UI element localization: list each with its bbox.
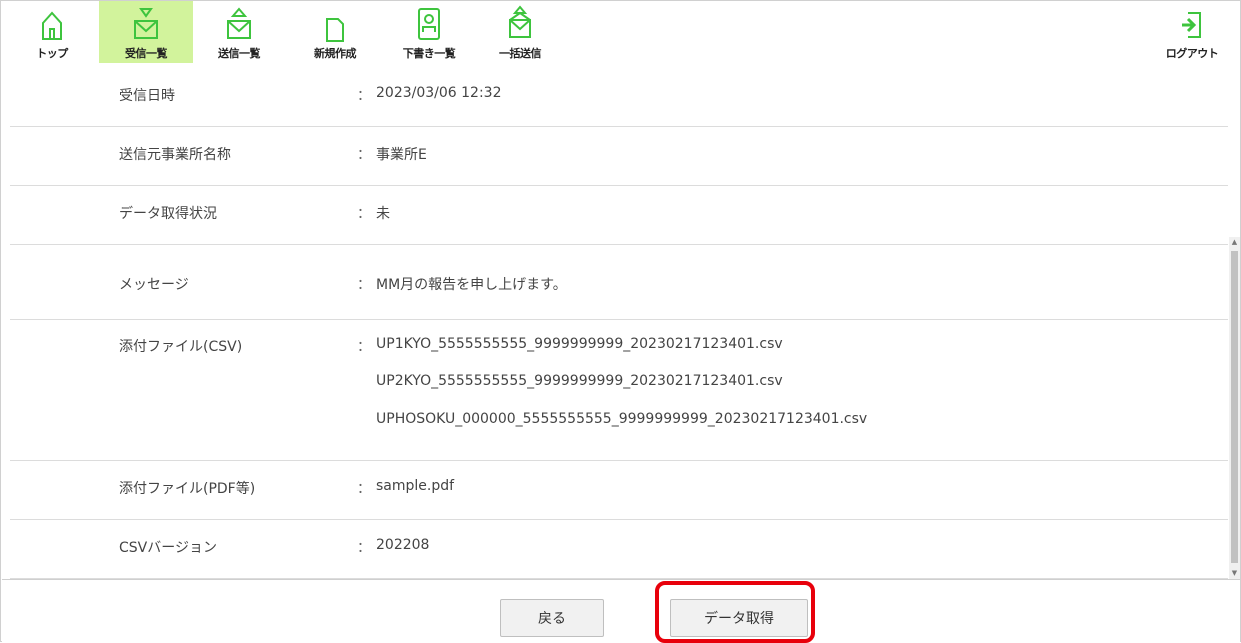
row-csv-files: 添付ファイル(CSV) ： UP1KYO_5555555555_99999999…: [10, 320, 1228, 461]
csv-version-label: CSVバージョン: [119, 540, 217, 556]
csv-file-link[interactable]: UP1KYO_5555555555_9999999999_20230217123…: [376, 336, 783, 352]
colon: ：: [357, 206, 371, 222]
pdf-file-link[interactable]: sample.pdf: [376, 478, 454, 494]
new-document-icon: [326, 18, 344, 42]
scroll-up-arrow-icon[interactable]: ▲: [1229, 237, 1240, 248]
nav-label-top: トップ: [36, 47, 68, 60]
row-message: メッセージ ： MM月の報告を申し上げます。: [10, 245, 1228, 320]
top-navigation: トップ 受信一覧 送信一覧 新規作成 下書き一覧 一括送信 ログアウト: [1, 1, 1240, 63]
row-received-at: 受信日時 ： 2023/03/06 12:32: [10, 63, 1228, 127]
message-value: MM月の報告を申し上げます。: [376, 277, 567, 293]
home-icon: [42, 11, 62, 40]
fetch-status-label: データ取得状況: [119, 206, 217, 222]
bulk-send-icon: [509, 5, 531, 38]
csv-version-value: 202208: [376, 537, 430, 553]
csv-file-link[interactable]: UPHOSOKU_000000_5555555555_9999999999_20…: [376, 411, 867, 427]
fetch-data-button[interactable]: データ取得: [670, 599, 808, 637]
row-sender: 送信元事業所名称 ： 事業所E: [10, 127, 1228, 186]
colon: ：: [357, 540, 371, 556]
csv-files-label: 添付ファイル(CSV): [119, 339, 243, 355]
csv-file-link[interactable]: UP2KYO_5555555555_9999999999_20230217123…: [376, 373, 783, 389]
colon: ：: [357, 277, 371, 293]
nav-item-drafts[interactable]: 下書き一覧: [389, 1, 469, 63]
detail-panel: 受信日時 ： 2023/03/06 12:32 送信元事業所名称 ： 事業所E …: [2, 63, 1228, 579]
sender-value: 事業所E: [376, 147, 427, 163]
sent-mail-icon: [227, 7, 251, 39]
scroll-down-arrow-icon[interactable]: ▼: [1229, 568, 1240, 579]
colon: ：: [357, 481, 371, 497]
nav-label-bulk-send: 一括送信: [499, 47, 542, 60]
received-at-value: 2023/03/06 12:32: [376, 85, 502, 101]
pdf-files-label: 添付ファイル(PDF等): [119, 481, 256, 497]
row-csv-version: CSVバージョン ： 202208: [10, 520, 1228, 579]
inbox-mail-icon: [134, 8, 158, 39]
nav-item-new[interactable]: 新規作成: [301, 1, 369, 63]
nav-item-sent[interactable]: 送信一覧: [207, 1, 271, 63]
nav-label-new: 新規作成: [314, 47, 357, 60]
nav-item-top[interactable]: トップ: [23, 1, 81, 63]
back-button[interactable]: 戻る: [500, 599, 604, 637]
logout-button[interactable]: ログアウト: [1157, 1, 1227, 63]
logout-icon: [1182, 12, 1201, 38]
sender-label: 送信元事業所名称: [119, 147, 231, 163]
row-fetch-status: データ取得状況 ： 未: [10, 186, 1228, 245]
nav-label-drafts: 下書き一覧: [402, 47, 456, 60]
message-label: メッセージ: [119, 277, 189, 293]
received-at-label: 受信日時: [119, 88, 175, 104]
draft-icon: [418, 8, 440, 40]
logout-label: ログアウト: [1165, 47, 1219, 60]
colon: ：: [357, 88, 371, 104]
app-frame: トップ 受信一覧 送信一覧 新規作成 下書き一覧 一括送信 ログアウト 受信日時…: [0, 0, 1241, 642]
action-footer: 戻る データ取得: [2, 579, 1240, 642]
fetch-status-value: 未: [376, 206, 390, 222]
nav-item-bulk-send[interactable]: 一括送信: [487, 1, 553, 63]
nav-label-sent: 送信一覧: [218, 47, 261, 60]
vertical-scrollbar[interactable]: ▲ ▼: [1229, 237, 1240, 579]
nav-item-inbox[interactable]: 受信一覧: [99, 1, 193, 63]
row-pdf-files: 添付ファイル(PDF等) ： sample.pdf: [10, 461, 1228, 520]
colon: ：: [357, 147, 371, 163]
scroll-thumb[interactable]: [1231, 251, 1238, 563]
colon: ：: [357, 339, 371, 355]
nav-label-inbox: 受信一覧: [125, 47, 168, 60]
